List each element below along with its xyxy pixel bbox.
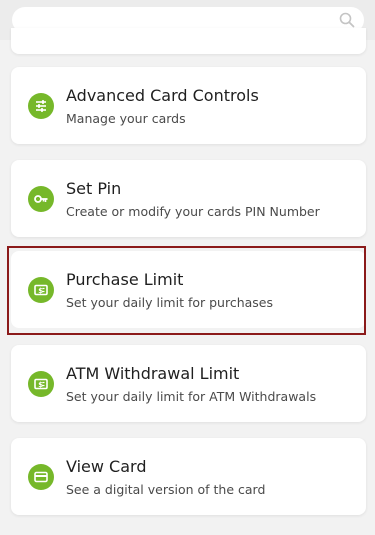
menu-item-title: Set Pin	[66, 179, 122, 198]
menu-item-view-card[interactable]: View Card See a digital version of the c…	[11, 438, 366, 515]
credit-card-icon	[28, 464, 54, 490]
menu-item-subtitle: Create or modify your cards PIN Number	[66, 204, 320, 219]
key-icon	[28, 186, 54, 212]
sliders-icon	[28, 93, 54, 119]
selection-highlight	[7, 246, 366, 335]
menu-card-partial[interactable]	[11, 28, 366, 54]
menu-item-title: ATM Withdrawal Limit	[66, 364, 240, 383]
menu-item-atm-withdrawal-limit[interactable]: $ ATM Withdrawal Limit Set your daily li…	[11, 345, 366, 422]
menu-item-title: Advanced Card Controls	[66, 86, 259, 105]
menu-item-set-pin[interactable]: Set Pin Create or modify your cards PIN …	[11, 160, 366, 237]
menu-item-advanced-card-controls[interactable]: Advanced Card Controls Manage your cards	[11, 67, 366, 144]
cash-icon: $	[28, 371, 54, 397]
menu-item-subtitle: See a digital version of the card	[66, 482, 266, 497]
search-icon[interactable]	[339, 12, 355, 28]
menu-item-subtitle: Manage your cards	[66, 111, 186, 126]
svg-text:$: $	[38, 381, 43, 389]
menu-item-subtitle: Set your daily limit for ATM Withdrawals	[66, 389, 317, 404]
menu-item-title: View Card	[66, 457, 147, 476]
